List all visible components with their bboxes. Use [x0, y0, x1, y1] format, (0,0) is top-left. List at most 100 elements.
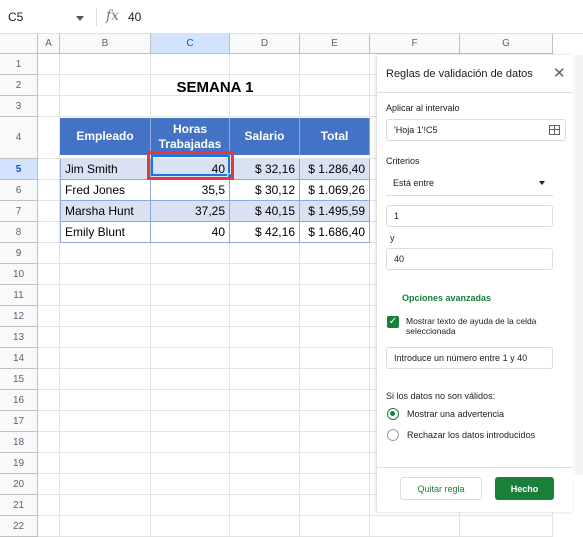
grid-cell[interactable]: [38, 201, 60, 222]
grid-cell[interactable]: [60, 285, 151, 306]
grid-cell[interactable]: [300, 348, 370, 369]
grid-cell[interactable]: [230, 411, 300, 432]
column-header-d[interactable]: D: [230, 34, 300, 54]
row-header-18[interactable]: 18: [0, 432, 38, 453]
grid-cell[interactable]: [230, 495, 300, 516]
grid-cell[interactable]: [151, 54, 230, 75]
grid-cell[interactable]: [60, 243, 151, 264]
row-header-15[interactable]: 15: [0, 369, 38, 390]
grid-cell[interactable]: [38, 54, 60, 75]
row-header-6[interactable]: 6: [0, 180, 38, 201]
grid-cell[interactable]: [38, 243, 60, 264]
cell-empleado[interactable]: Jim Smith: [60, 159, 151, 180]
grid-cell[interactable]: [38, 222, 60, 243]
column-header-g[interactable]: G: [460, 34, 553, 54]
grid-cell[interactable]: [151, 243, 230, 264]
row-header-11[interactable]: 11: [0, 285, 38, 306]
close-icon[interactable]: ✕: [553, 66, 566, 81]
select-range-icon[interactable]: [549, 125, 560, 135]
grid-cell[interactable]: [230, 54, 300, 75]
column-header-b[interactable]: B: [60, 34, 151, 54]
grid-cell[interactable]: [230, 516, 300, 537]
cell-salario[interactable]: $ 40,15: [230, 201, 300, 222]
grid-cell[interactable]: [300, 54, 370, 75]
name-box[interactable]: C5: [8, 10, 23, 24]
column-header-f[interactable]: F: [370, 34, 460, 54]
grid-cell[interactable]: [300, 474, 370, 495]
grid-cell[interactable]: [38, 495, 60, 516]
cell-total[interactable]: $ 1.069,26: [300, 180, 370, 201]
cell-total[interactable]: $ 1.286,40: [300, 159, 370, 180]
column-header-a[interactable]: A: [38, 34, 60, 54]
grid-cell[interactable]: [151, 369, 230, 390]
grid-cell[interactable]: [38, 348, 60, 369]
grid-cell[interactable]: [60, 54, 151, 75]
grid-cell[interactable]: [38, 117, 60, 159]
grid-cell[interactable]: [151, 264, 230, 285]
grid-cell[interactable]: [151, 495, 230, 516]
cell-total[interactable]: $ 1.686,40: [300, 222, 370, 243]
grid-cell[interactable]: [230, 306, 300, 327]
grid-cell[interactable]: [38, 516, 60, 537]
grid-cell[interactable]: [300, 411, 370, 432]
grid-cell[interactable]: [300, 264, 370, 285]
grid-cell[interactable]: [151, 474, 230, 495]
row-header-21[interactable]: 21: [0, 495, 38, 516]
grid-cell[interactable]: [300, 96, 370, 117]
cell-total[interactable]: $ 1.495,59: [300, 201, 370, 222]
row-header-13[interactable]: 13: [0, 327, 38, 348]
vertical-scrollbar[interactable]: [575, 55, 583, 475]
row-header-22[interactable]: 22: [0, 516, 38, 537]
cell-salario[interactable]: $ 42,16: [230, 222, 300, 243]
grid-cell[interactable]: [300, 369, 370, 390]
grid-cell[interactable]: [60, 453, 151, 474]
cell-empleado[interactable]: Emily Blunt: [60, 222, 151, 243]
grid-cell[interactable]: [300, 432, 370, 453]
radio-show-warning[interactable]: [387, 408, 399, 420]
grid-cell[interactable]: [38, 474, 60, 495]
grid-cell[interactable]: [230, 369, 300, 390]
cell-salario[interactable]: $ 32,16: [230, 159, 300, 180]
grid-cell[interactable]: [151, 390, 230, 411]
grid-cell[interactable]: [38, 285, 60, 306]
range-input[interactable]: 'Hoja 1'!C5: [386, 119, 566, 141]
cell-horas[interactable]: 40: [151, 222, 230, 243]
row-header-9[interactable]: 9: [0, 243, 38, 264]
grid-cell[interactable]: [300, 516, 370, 537]
cell-horas[interactable]: 35,5: [151, 180, 230, 201]
row-header-16[interactable]: 16: [0, 390, 38, 411]
grid-cell[interactable]: [460, 516, 553, 537]
select-all-corner[interactable]: [0, 34, 38, 54]
grid-cell[interactable]: [38, 327, 60, 348]
grid-cell[interactable]: [38, 75, 60, 96]
grid-cell[interactable]: [38, 369, 60, 390]
grid-cell[interactable]: [300, 453, 370, 474]
grid-cell[interactable]: [38, 453, 60, 474]
grid-cell[interactable]: [230, 474, 300, 495]
grid-cell[interactable]: [300, 390, 370, 411]
cell-empleado[interactable]: Fred Jones: [60, 180, 151, 201]
grid-cell[interactable]: [60, 432, 151, 453]
grid-cell[interactable]: [60, 306, 151, 327]
grid-cell[interactable]: [151, 348, 230, 369]
grid-cell[interactable]: [60, 348, 151, 369]
grid-cell[interactable]: [60, 369, 151, 390]
max-value-input[interactable]: 40: [386, 248, 553, 270]
grid-cell[interactable]: [60, 411, 151, 432]
row-header-20[interactable]: 20: [0, 474, 38, 495]
grid-cell[interactable]: [60, 327, 151, 348]
grid-cell[interactable]: [230, 243, 300, 264]
grid-cell[interactable]: [300, 285, 370, 306]
done-button[interactable]: Hecho: [495, 477, 554, 500]
row-header-17[interactable]: 17: [0, 411, 38, 432]
grid-cell[interactable]: [230, 390, 300, 411]
row-header-14[interactable]: 14: [0, 348, 38, 369]
formula-input[interactable]: 40: [128, 10, 141, 24]
row-header-7[interactable]: 7: [0, 201, 38, 222]
grid-cell[interactable]: [151, 327, 230, 348]
grid-cell[interactable]: [230, 348, 300, 369]
grid-cell[interactable]: [38, 264, 60, 285]
grid-cell[interactable]: [230, 432, 300, 453]
header-total[interactable]: Total: [300, 118, 370, 155]
grid-cell[interactable]: [151, 306, 230, 327]
